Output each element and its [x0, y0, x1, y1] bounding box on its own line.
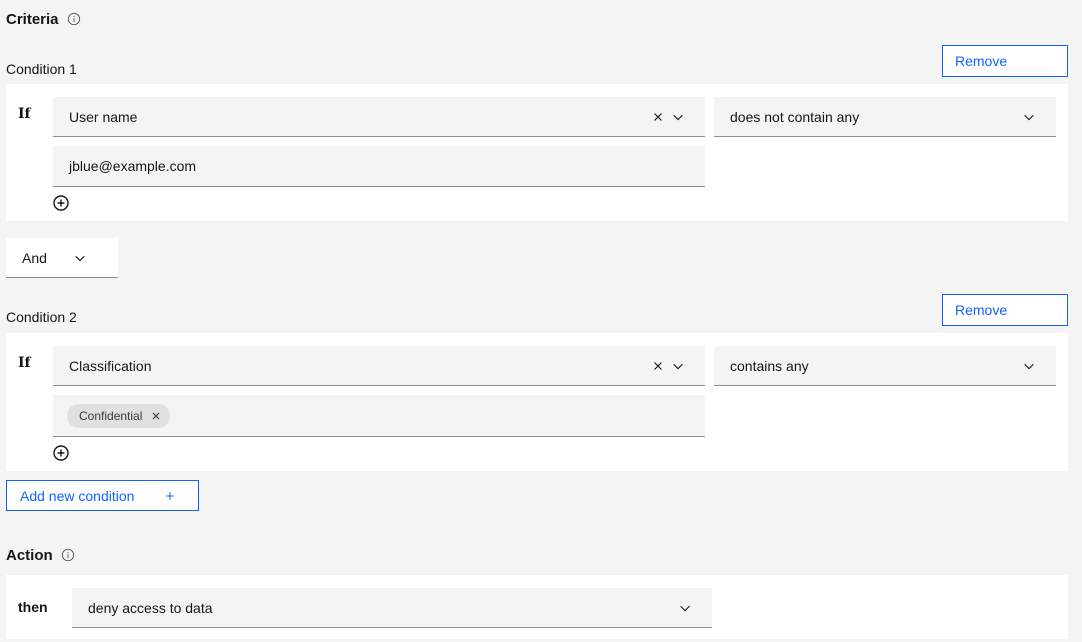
condition-2-operator-value: contains any — [730, 357, 809, 374]
chevron-down-icon[interactable] — [671, 110, 685, 124]
plus-icon — [166, 491, 175, 500]
tag-confidential: Confidential — [67, 403, 171, 428]
condition-1-if-label: If — [18, 106, 31, 122]
condition-1-value-input[interactable]: jblue@example.com — [53, 146, 705, 187]
action-value: deny access to data — [88, 599, 213, 616]
chevron-down-icon[interactable] — [1022, 359, 1036, 373]
condition-2-if-label: If — [18, 355, 31, 371]
condition-1-attribute-select[interactable]: User name — [53, 97, 705, 137]
info-icon[interactable] — [61, 548, 75, 562]
chevron-down-icon[interactable] — [678, 601, 692, 615]
chevron-down-icon[interactable] — [671, 359, 685, 373]
action-then-label: then — [18, 599, 48, 615]
condition-1-attribute-value: User name — [69, 108, 138, 125]
tag-label: Confidential — [79, 408, 143, 423]
condition-2-label: Condition 2 — [6, 309, 77, 325]
close-icon[interactable] — [150, 410, 162, 422]
criteria-header: Criteria — [6, 9, 81, 29]
condition-1-operator-value: does not contain any — [730, 108, 860, 125]
condition-1-operator-select[interactable]: does not contain any — [714, 97, 1056, 137]
info-icon[interactable] — [67, 12, 81, 26]
condition-1-label: Condition 1 — [6, 61, 77, 77]
condition-2-attribute-value: Classification — [69, 357, 152, 374]
condition-2-attribute-select[interactable]: Classification — [53, 346, 705, 386]
condition-2-tag-input[interactable]: Confidential — [53, 395, 705, 437]
chevron-down-icon[interactable] — [1022, 110, 1036, 124]
conjunction-value: And — [22, 249, 47, 266]
close-icon[interactable] — [651, 110, 665, 124]
condition-2-operator-select[interactable]: contains any — [714, 346, 1056, 386]
remove-condition-1-button[interactable]: Remove — [942, 45, 1068, 77]
criteria-title: Criteria — [6, 10, 59, 28]
remove-condition-2-button[interactable]: Remove — [942, 294, 1068, 326]
add-value-icon[interactable] — [53, 195, 69, 211]
action-header: Action — [6, 545, 75, 565]
add-new-condition-label: Add new condition — [20, 487, 135, 504]
add-new-condition-button[interactable]: Add new condition — [6, 480, 199, 511]
conjunction-select[interactable]: And — [6, 238, 118, 278]
action-title: Action — [6, 546, 53, 564]
close-icon[interactable] — [651, 359, 665, 373]
condition-1-value-text: jblue@example.com — [69, 158, 197, 174]
add-value-icon[interactable] — [53, 445, 69, 461]
chevron-down-icon[interactable] — [73, 251, 87, 265]
action-select[interactable]: deny access to data — [72, 588, 712, 628]
